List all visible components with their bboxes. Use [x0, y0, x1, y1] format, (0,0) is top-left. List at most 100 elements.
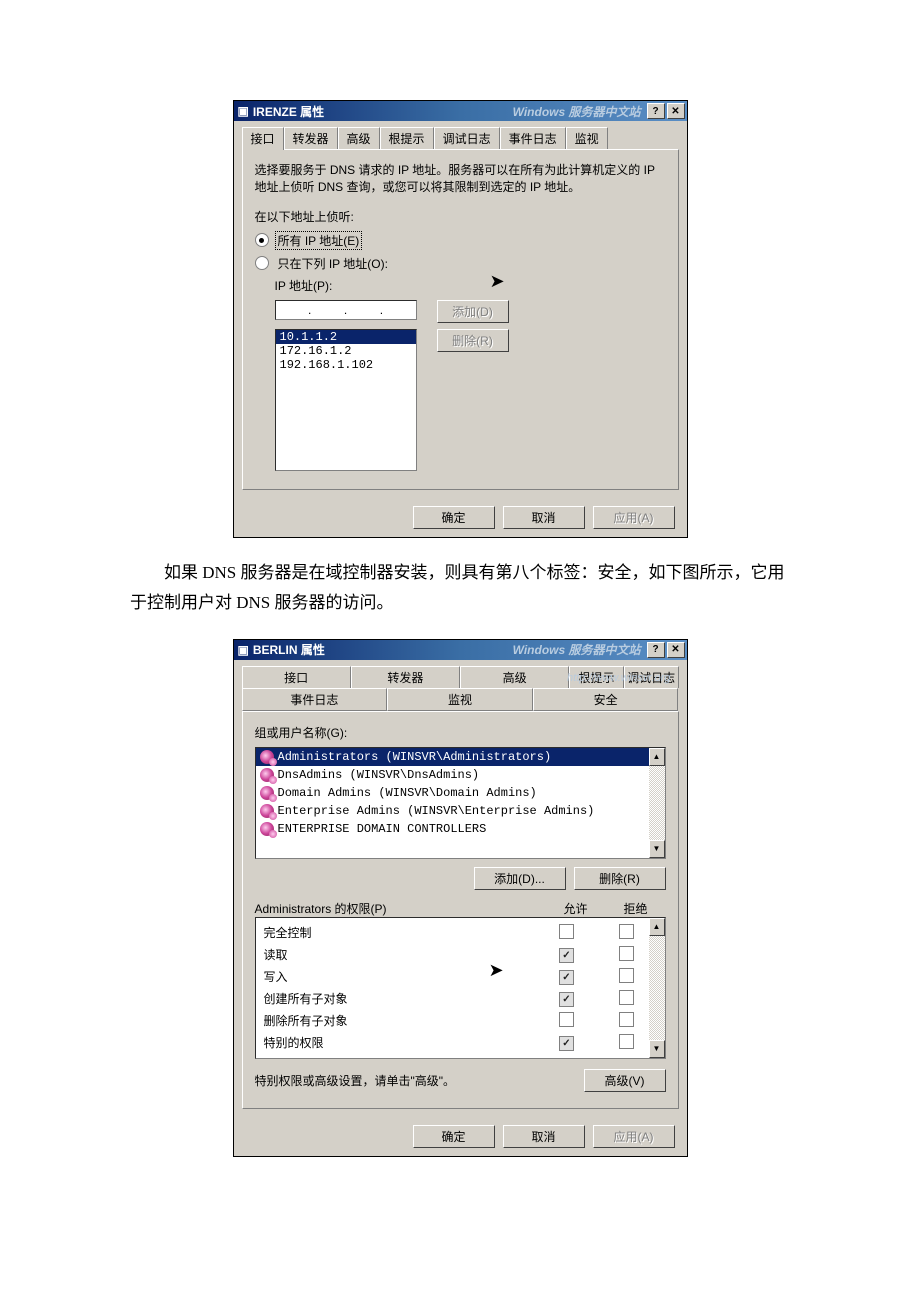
permission-row: 特别的权限: [256, 1032, 665, 1054]
titlebar[interactable]: ▣ IRENZE 属性 Windows 服务器中文站 ? ✕: [234, 101, 687, 121]
add-button[interactable]: 添加(D): [437, 300, 509, 323]
group-name: Enterprise Admins (WINSVR\Enterprise Adm…: [278, 804, 595, 818]
scroll-track[interactable]: [649, 936, 665, 1040]
list-item[interactable]: 192.168.1.102: [276, 358, 416, 372]
body-paragraph: 如果 DNS 服务器是在域控制器安装，则具有第八个标签：安全，如下图所示，它用于…: [130, 558, 790, 619]
watermark-url: http://www.winsvr.org: [567, 672, 671, 684]
tab-monitor[interactable]: 监视: [566, 127, 608, 149]
ip-listbox[interactable]: 10.1.1.2 172.16.1.2 192.168.1.102: [275, 329, 417, 471]
deny-header: 拒绝: [606, 900, 666, 917]
dialog-buttons: 确定 取消 应用(A): [234, 498, 687, 537]
remove-button[interactable]: 删除(R): [437, 329, 509, 352]
description-text: 选择要服务于 DNS 请求的 IP 地址。服务器可以在所有为此计算机定义的 IP…: [255, 162, 666, 196]
remove-button[interactable]: 删除(R): [574, 867, 666, 890]
list-item[interactable]: Administrators (WINSVR\Administrators): [256, 748, 665, 766]
allow-checkbox[interactable]: [559, 992, 574, 1007]
permission-name: 读取: [264, 946, 537, 963]
advanced-button[interactable]: 高级(V): [584, 1069, 666, 1092]
ok-button[interactable]: 确定: [413, 506, 495, 529]
apply-button[interactable]: 应用(A): [593, 506, 675, 529]
scroll-down-icon[interactable]: ▼: [649, 1040, 665, 1058]
group-name: ENTERPRISE DOMAIN CONTROLLERS: [278, 822, 487, 836]
list-item[interactable]: 10.1.1.2: [276, 330, 416, 344]
tab-event-log[interactable]: 事件日志: [242, 688, 388, 711]
watermark-text: Windows 服务器中文站: [513, 103, 641, 120]
help-button[interactable]: ?: [647, 642, 665, 658]
radio-only-label: 只在下列 IP 地址(O):: [275, 254, 391, 273]
group-label: 组或用户名称(G):: [255, 724, 666, 741]
tab-advanced[interactable]: 高级: [338, 127, 380, 149]
scrollbar[interactable]: ▲ ▼: [649, 748, 665, 858]
allow-checkbox[interactable]: [559, 1036, 574, 1051]
group-name: DnsAdmins (WINSVR\DnsAdmins): [278, 768, 480, 782]
tab-monitor[interactable]: 监视: [387, 688, 533, 711]
tab-advanced[interactable]: 高级: [460, 666, 569, 688]
app-icon: ▣: [238, 104, 249, 118]
deny-checkbox[interactable]: [619, 1012, 634, 1027]
ip-input[interactable]: . . .: [275, 300, 417, 320]
list-item[interactable]: DnsAdmins (WINSVR\DnsAdmins): [256, 766, 665, 784]
permission-row: 创建所有子对象: [256, 988, 665, 1010]
radio-only-ip[interactable]: 只在下列 IP 地址(O):: [255, 254, 666, 273]
list-item[interactable]: ENTERPRISE DOMAIN CONTROLLERS: [256, 820, 665, 838]
deny-checkbox[interactable]: [619, 924, 634, 939]
radio-all-ip[interactable]: 所有 IP 地址(E): [255, 231, 666, 250]
apply-button[interactable]: 应用(A): [593, 1125, 675, 1148]
help-button[interactable]: ?: [647, 103, 665, 119]
titlebar[interactable]: ▣ BERLIN 属性 Windows 服务器中文站 ? ✕: [234, 640, 687, 660]
deny-checkbox[interactable]: [619, 968, 634, 983]
allow-checkbox[interactable]: [559, 970, 574, 985]
scroll-down-icon[interactable]: ▼: [649, 840, 665, 858]
radio-all-label: 所有 IP 地址(E): [275, 231, 363, 250]
close-button[interactable]: ✕: [667, 103, 685, 119]
tab-panel-security: 组或用户名称(G): Administrators (WINSVR\Admini…: [242, 711, 679, 1109]
tab-forwarders[interactable]: 转发器: [284, 127, 338, 149]
scroll-track[interactable]: [649, 766, 665, 840]
window-title: BERLIN 属性: [253, 641, 325, 658]
group-icon: [260, 786, 274, 800]
allow-checkbox[interactable]: [559, 924, 574, 939]
radio-icon: [255, 256, 269, 270]
cancel-button[interactable]: 取消: [503, 506, 585, 529]
group-listbox[interactable]: Administrators (WINSVR\Administrators) D…: [255, 747, 666, 859]
allow-checkbox[interactable]: [559, 948, 574, 963]
permission-name: 写入: [264, 968, 537, 985]
group-icon: [260, 822, 274, 836]
deny-checkbox[interactable]: [619, 946, 634, 961]
tab-panel-interface: 选择要服务于 DNS 请求的 IP 地址。服务器可以在所有为此计算机定义的 IP…: [242, 149, 679, 490]
tab-interface[interactable]: 接口: [242, 666, 351, 688]
allow-header: 允许: [546, 900, 606, 917]
list-item[interactable]: Domain Admins (WINSVR\Domain Admins): [256, 784, 665, 802]
deny-checkbox[interactable]: [619, 1034, 634, 1049]
scroll-up-icon[interactable]: ▲: [649, 748, 665, 766]
berlin-properties-dialog: ▣ BERLIN 属性 Windows 服务器中文站 ? ✕ 接口 转发器 高级…: [233, 639, 688, 1157]
permission-name: 完全控制: [264, 924, 537, 941]
dialog-buttons: 确定 取消 应用(A): [234, 1117, 687, 1156]
list-item[interactable]: 172.16.1.2: [276, 344, 416, 358]
list-item[interactable]: Enterprise Admins (WINSVR\Enterprise Adm…: [256, 802, 665, 820]
allow-checkbox[interactable]: [559, 1012, 574, 1027]
permission-row: 删除所有子对象: [256, 1010, 665, 1032]
permissions-box: 完全控制读取写入创建所有子对象删除所有子对象特别的权限 ▲ ▼: [255, 917, 666, 1059]
tab-security[interactable]: 安全: [533, 688, 679, 711]
group-icon: [260, 750, 274, 764]
ok-button[interactable]: 确定: [413, 1125, 495, 1148]
permission-row: 完全控制: [256, 922, 665, 944]
tab-bar: 接口 转发器 高级 根提示 调试日志 事件日志 监视 安全: [234, 660, 687, 711]
tab-event-log[interactable]: 事件日志: [500, 127, 566, 149]
tab-interface[interactable]: 接口: [242, 127, 284, 150]
tab-forwarders[interactable]: 转发器: [351, 666, 460, 688]
group-name: Administrators (WINSVR\Administrators): [278, 750, 552, 764]
tab-root-hints[interactable]: 根提示: [380, 127, 434, 149]
deny-checkbox[interactable]: [619, 990, 634, 1005]
permission-name: 删除所有子对象: [264, 1012, 537, 1029]
scrollbar[interactable]: ▲ ▼: [649, 918, 665, 1058]
add-button[interactable]: 添加(D)...: [474, 867, 566, 890]
tab-bar: 接口 转发器 高级 根提示 调试日志 事件日志 监视: [234, 121, 687, 149]
permission-name: 创建所有子对象: [264, 990, 537, 1007]
close-button[interactable]: ✕: [667, 642, 685, 658]
permissions-label: Administrators 的权限(P): [255, 900, 546, 917]
scroll-up-icon[interactable]: ▲: [649, 918, 665, 936]
tab-debug-log[interactable]: 调试日志: [434, 127, 500, 149]
cancel-button[interactable]: 取消: [503, 1125, 585, 1148]
